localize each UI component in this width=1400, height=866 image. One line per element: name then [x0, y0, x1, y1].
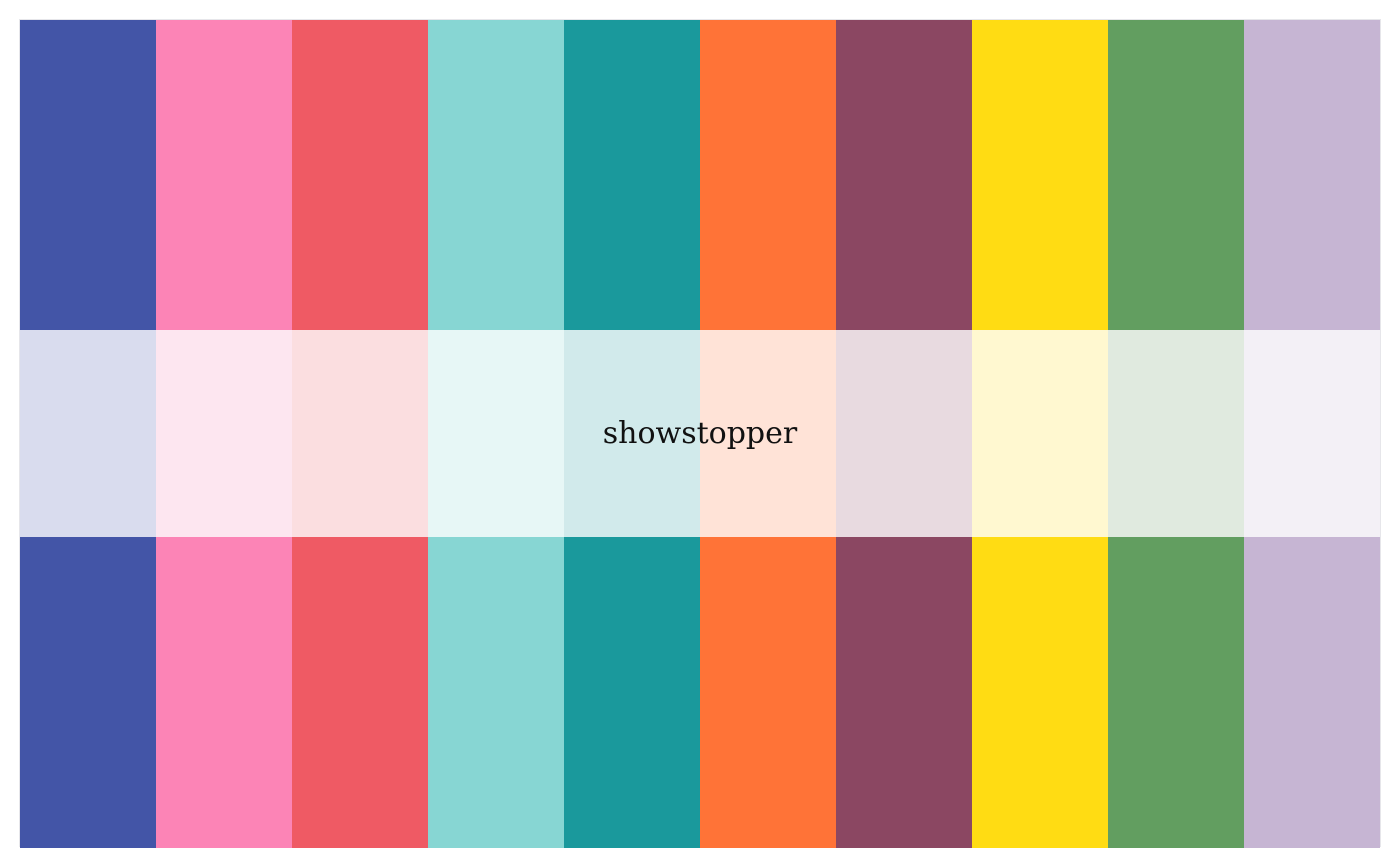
bottom-swatch-10 — [1244, 537, 1380, 848]
bottom-swatch-3 — [292, 537, 428, 848]
bottom-swatch-8 — [972, 537, 1108, 848]
palette-swatch-strip: showstopper — [19, 19, 1381, 848]
tint-swatch-10 — [1244, 330, 1380, 537]
bottom-swatch-6 — [700, 537, 836, 848]
color-band-bottom — [20, 537, 1380, 848]
tint-swatch-2 — [156, 330, 292, 537]
tint-swatch-8 — [972, 330, 1108, 537]
bottom-swatch-9 — [1108, 537, 1244, 848]
top-swatch-4 — [428, 20, 564, 330]
color-band-top — [20, 20, 1380, 330]
color-band-tint — [20, 330, 1380, 537]
top-swatch-3 — [292, 20, 428, 330]
tint-swatch-5 — [564, 330, 700, 537]
bottom-swatch-4 — [428, 537, 564, 848]
top-swatch-8 — [972, 20, 1108, 330]
bottom-swatch-5 — [564, 537, 700, 848]
top-swatch-1 — [20, 20, 156, 330]
tint-swatch-4 — [428, 330, 564, 537]
top-swatch-10 — [1244, 20, 1380, 330]
top-swatch-7 — [836, 20, 972, 330]
tint-swatch-1 — [20, 330, 156, 537]
bottom-swatch-7 — [836, 537, 972, 848]
bottom-swatch-2 — [156, 537, 292, 848]
top-swatch-2 — [156, 20, 292, 330]
top-swatch-9 — [1108, 20, 1244, 330]
top-swatch-5 — [564, 20, 700, 330]
top-swatch-6 — [700, 20, 836, 330]
tint-swatch-7 — [836, 330, 972, 537]
bottom-swatch-1 — [20, 537, 156, 848]
tint-swatch-6 — [700, 330, 836, 537]
tint-swatch-3 — [292, 330, 428, 537]
tint-swatch-9 — [1108, 330, 1244, 537]
